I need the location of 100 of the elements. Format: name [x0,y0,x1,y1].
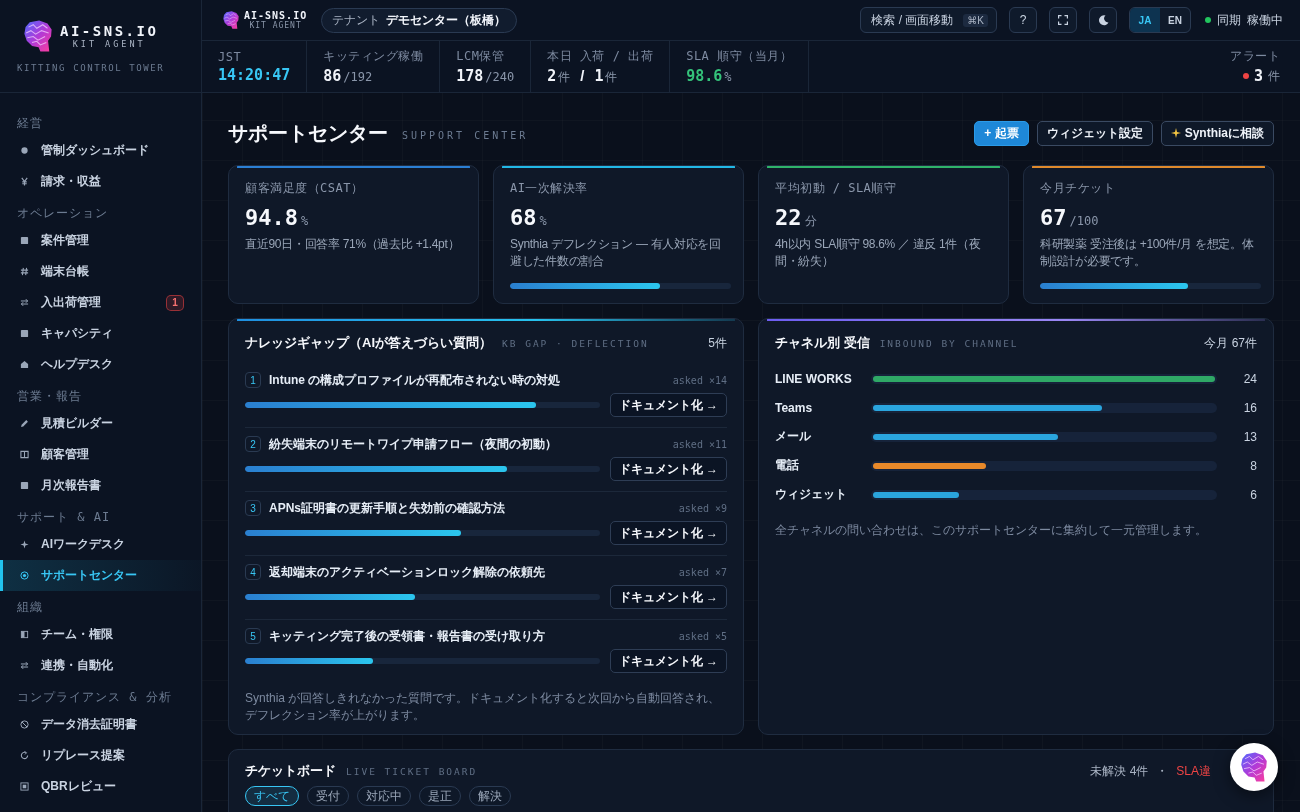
stat-number: 2 [547,66,557,85]
yen-icon [20,177,29,186]
moon-icon [1097,14,1109,26]
widget-settings-button[interactable]: ウィジェット設定 [1036,120,1153,146]
document-button[interactable]: ドキュメント化 → [609,521,727,545]
ask-assistant-button[interactable]: Synthiaに相談 [1160,120,1274,146]
separator: ・ [1156,762,1169,780]
nav-item[interactable]: 管制ダッシュボード [0,135,201,166]
kpi-value: 94.8 [245,205,298,230]
item-number: 1 [245,372,261,388]
filter-chip[interactable]: 対応中 [357,786,411,806]
channel-name: 電話 [775,457,800,474]
kpi-value: 68 [510,205,537,230]
sync-status: 稼働中 [1247,11,1283,29]
channel-count: 6 [1249,487,1257,502]
swap-arrows-icon [20,661,29,670]
nav-item[interactable]: ヘルプデスク [0,349,201,380]
stat-label: LCM保管 [456,48,506,65]
kpi-label: 顧客満足度（CSAT） [245,180,365,197]
page-title: サポートセンター [228,120,388,146]
filter-chip[interactable]: 是正 [419,786,461,806]
nav-item[interactable]: 端末台帳 [0,256,201,287]
nav-item[interactable]: データ消去証明書 [0,709,201,740]
asked-count: asked ×11 [672,438,727,450]
kpi-unit: /100 [1069,214,1099,228]
channel-name: メール [775,428,812,445]
hash-icon [20,267,29,276]
panel-subtitle: KB GAP · DEFLECTION [502,337,649,349]
document-button[interactable]: ドキュメント化 → [609,393,727,417]
stat-unit: 件 [558,68,571,86]
house-icon [20,360,29,369]
nav-section-label: 経営 [16,114,44,132]
sparkle-icon [20,540,29,549]
dot-icon [20,146,29,155]
item-number: 5 [245,628,261,644]
nav-section-label: コンプライアンス & 分析 [16,688,173,706]
sparkle-icon [1170,128,1181,138]
kpi-label: 今月チケット [1040,180,1116,197]
channel-count: 13 [1242,429,1257,444]
document-button[interactable]: ドキュメント化 → [609,585,727,609]
stat-number: 1 [594,66,604,85]
stat-label: SLA 順守（当月） [686,48,793,65]
nav-item[interactable]: 顧客管理 [0,439,201,470]
square-icon [20,481,29,490]
stat-label: キッティング稼働 [323,48,424,65]
nav-item[interactable]: 連携・自動化 [0,650,201,681]
panel-count: 5件 [708,334,727,352]
head-logo-icon [22,20,54,52]
nav-item[interactable]: サポートセンター [0,560,201,591]
filter-chip[interactable]: 受付 [307,786,349,806]
panel-note: Synthia が回答しきれなかった質問です。ドキュメント化すると次回から自動回答され、デフレクション率が上がります。 [245,690,722,724]
nav-section-label: 営業・報告 [16,387,83,405]
question-text: Intune の構成プロファイルが再配布されない時の対処 [269,371,561,389]
stat-number: 14:20:47 [218,65,291,84]
nav-item[interactable]: QBRレビュー [0,771,201,802]
square-icon [20,236,29,245]
asked-count: asked ×9 [678,502,727,514]
alert-dot-icon [1242,73,1249,79]
search-button[interactable]: 検索 / 画面移動 ⌘K [860,7,997,33]
nav-item[interactable]: 入出荷管理 1 [0,287,201,318]
panel-subtitle: INBOUND BY CHANNEL [879,337,1019,349]
ban-icon [20,720,29,729]
nav-item[interactable]: 月次報告書 [0,470,201,501]
kpi-unit: % [301,214,309,228]
channel-count: 8 [1249,458,1257,473]
nav-section-label: オペレーション [16,204,109,222]
panel-subtitle: LIVE TICKET BOARD [346,765,478,777]
head-logo-icon [1239,752,1269,782]
tenant-selector[interactable]: テナント デモセンター（板橋） [321,7,518,33]
language-option[interactable]: JA [1130,8,1160,32]
brand-name: AI-SNS.IO [244,10,308,21]
item-number: 3 [245,500,261,516]
question-text: 紛失端末のリモートワイプ申請フロー（夜間の初動） [269,435,557,453]
document-button[interactable]: ドキュメント化 → [609,649,727,673]
theme-toggle-button[interactable] [1089,7,1117,33]
stat-unit: 件 [1268,67,1280,85]
filter-chip[interactable]: 解決 [469,786,511,806]
kpi-unit: 分 [804,213,817,230]
nav-section-label: 組織 [16,598,44,616]
asked-count: asked ×5 [678,630,727,642]
help-button[interactable]: ? [1009,7,1037,33]
nav-item[interactable]: キャパシティ [0,318,201,349]
nav-item[interactable]: チーム・権限 [0,619,201,650]
refresh-icon [20,751,29,760]
asked-count: asked ×14 [672,374,727,386]
brand-name: AI-SNS.IO [60,23,159,39]
nav-item[interactable]: 見積ビルダー [0,408,201,439]
page-subtitle: SUPPORT CENTER [402,129,529,141]
stat-label: アラート [1230,48,1280,65]
stat-number: 98.6 [686,67,723,85]
create-ticket-button[interactable]: + 起票 [974,120,1029,146]
document-button[interactable]: ドキュメント化 → [609,457,727,481]
nav-item[interactable]: 案件管理 [0,225,201,256]
fullscreen-button[interactable] [1049,7,1077,33]
nav-item[interactable]: AIワークデスク [0,529,201,560]
language-option[interactable]: EN [1160,8,1190,32]
filter-chip[interactable]: すべて [245,786,299,806]
nav-item[interactable]: リプレース提案 [0,740,201,771]
nav-item[interactable]: 請求・収益 [0,166,201,197]
target-icon [20,571,29,580]
